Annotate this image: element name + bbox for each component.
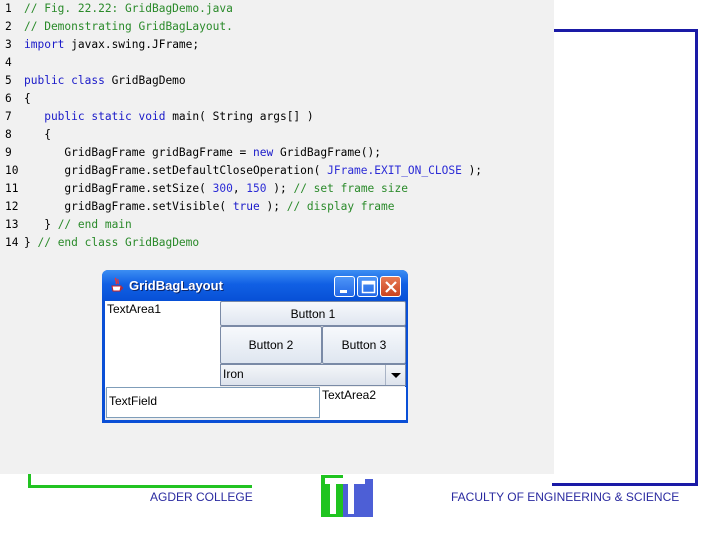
line-number: 10 <box>5 164 19 177</box>
line-number: 13 <box>5 218 19 231</box>
code-text: // Fig. 22.22: GridBagDemo.java <box>24 0 233 18</box>
code-token: gridBagFrame.setSize( <box>24 182 213 195</box>
code-token: ); <box>266 182 294 195</box>
code-token: 150 <box>246 182 267 195</box>
maximize-icon <box>361 280 376 294</box>
code-line: 7 public static void main( String args[]… <box>0 108 554 126</box>
line-number: 1 <box>5 2 12 15</box>
code-token: javax.swing.JFrame; <box>64 38 200 51</box>
code-text: public static void main( String args[] ) <box>24 108 314 126</box>
close-icon <box>385 281 397 293</box>
code-line: 12 gridBagFrame.setVisible( true ); // d… <box>0 198 554 216</box>
line-number: 2 <box>5 20 12 33</box>
code-token: // Demonstrating GridBagLayout. <box>24 20 233 33</box>
text-field[interactable]: TextField <box>106 387 320 418</box>
code-token: { <box>24 92 31 105</box>
window-titlebar[interactable]: GridBagLayout <box>102 270 408 301</box>
chevron-down-icon <box>391 373 401 378</box>
code-token: true <box>232 200 260 213</box>
code-text: } // end class GridBagDemo <box>24 234 199 252</box>
code-token: gridBagFrame.setDefaultCloseOperation( <box>24 164 328 177</box>
slide-frame-line <box>553 29 698 32</box>
minimize-button[interactable] <box>334 276 355 297</box>
line-number: 11 <box>5 182 19 195</box>
line-number: 14 <box>5 236 19 249</box>
metal-combo-box[interactable]: Iron <box>220 364 406 386</box>
slide-frame-line <box>695 29 698 486</box>
text-area-2[interactable]: TextArea2 <box>320 387 406 420</box>
text-area-1[interactable]: TextArea1 <box>105 301 220 388</box>
code-line: 5 public class GridBagDemo <box>0 72 554 90</box>
java-coffee-cup-icon <box>111 277 123 292</box>
code-token: // display frame <box>286 200 395 213</box>
button-3[interactable]: Button 3 <box>322 326 406 364</box>
code-token: // Fig. 22.22: GridBagDemo.java <box>24 2 233 15</box>
line-number: 7 <box>5 110 12 123</box>
line-number: 8 <box>5 128 12 141</box>
slide-frame-line <box>552 483 698 486</box>
code-line: 1 // Fig. 22.22: GridBagDemo.java <box>0 0 554 18</box>
code-token: main( String args[] ) <box>165 110 314 123</box>
button-1[interactable]: Button 1 <box>220 301 406 326</box>
footer-college-name: AGDER COLLEGE <box>150 490 253 504</box>
close-button[interactable] <box>380 276 401 297</box>
window-content: TextArea1 Button 1 Button 2 Button 3 Iro… <box>105 301 406 420</box>
gridbag-window: GridBagLayout TextArea1 Button 1 Button … <box>102 270 408 423</box>
code-token: } <box>24 218 58 231</box>
code-token: gridBagFrame.setVisible( <box>24 200 233 213</box>
combo-selected-value: Iron <box>223 367 244 381</box>
code-token: { <box>24 128 51 141</box>
code-text: gridBagFrame.setVisible( true ); // disp… <box>24 198 395 216</box>
code-line: 6{ <box>0 90 554 108</box>
code-line: 11 gridBagFrame.setSize( 300, 150 ); // … <box>0 180 554 198</box>
window-title: GridBagLayout <box>129 278 223 293</box>
code-text: gridBagFrame.setSize( 300, 150 ); // set… <box>24 180 408 198</box>
code-token: JFrame.EXIT_ON_CLOSE <box>327 164 462 177</box>
code-text: } // end main <box>24 216 132 234</box>
code-text: // Demonstrating GridBagLayout. <box>24 18 233 36</box>
combo-dropdown-button[interactable] <box>385 365 405 385</box>
line-number: 5 <box>5 74 12 87</box>
code-text: { <box>24 90 31 108</box>
college-logo <box>321 475 373 517</box>
line-number: 12 <box>5 200 19 213</box>
code-token: // end main <box>57 218 132 231</box>
code-line: 8 { <box>0 126 554 144</box>
code-line: 14} // end class GridBagDemo <box>0 234 554 252</box>
code-token: // end class GridBagDemo <box>37 236 200 249</box>
maximize-button[interactable] <box>357 276 378 297</box>
button-2[interactable]: Button 2 <box>220 326 322 364</box>
code-line: 10 gridBagFrame.setDefaultCloseOperation… <box>0 162 554 180</box>
code-token: GridBagFrame gridBagFrame = <box>24 146 254 159</box>
line-number: 9 <box>5 146 12 159</box>
code-token: GridBagFrame(); <box>273 146 382 159</box>
footer-faculty-name: FACULTY OF ENGINEERING & SCIENCE <box>451 490 680 504</box>
code-token: ); <box>259 200 287 213</box>
code-token: 300 <box>212 182 233 195</box>
code-token: public static void <box>24 110 166 123</box>
line-number: 3 <box>5 38 12 51</box>
code-token: import <box>24 38 65 51</box>
line-number: 4 <box>5 56 12 69</box>
slide-frame-line <box>28 485 252 488</box>
code-token: public class <box>24 74 105 87</box>
code-line: 13 } // end main <box>0 216 554 234</box>
code-token: } <box>24 236 38 249</box>
code-token: // set frame size <box>293 182 408 195</box>
code-line: 9 GridBagFrame gridBagFrame = new GridBa… <box>0 144 554 162</box>
code-line: 2 // Demonstrating GridBagLayout. <box>0 18 554 36</box>
minimize-icon <box>340 290 347 293</box>
code-text: gridBagFrame.setDefaultCloseOperation( J… <box>24 162 482 180</box>
line-number: 6 <box>5 92 12 105</box>
code-token: new <box>253 146 274 159</box>
code-token: , <box>232 182 247 195</box>
code-text: import javax.swing.JFrame; <box>24 36 199 54</box>
code-token: GridBagDemo <box>104 74 186 87</box>
code-text: public class GridBagDemo <box>24 72 186 90</box>
code-token: ); <box>461 164 483 177</box>
code-text: { <box>24 126 51 144</box>
code-text: GridBagFrame gridBagFrame = new GridBagF… <box>24 144 381 162</box>
code-line: 3 import javax.swing.JFrame; <box>0 36 554 54</box>
code-line: 4 <box>0 54 554 72</box>
